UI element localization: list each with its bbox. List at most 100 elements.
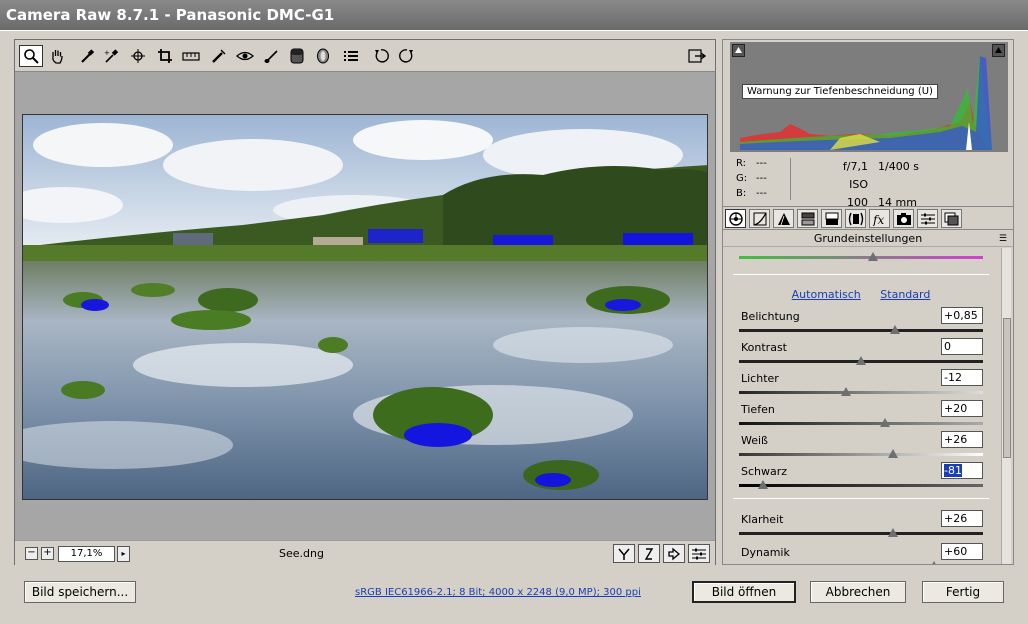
open-image-button[interactable]: Bild öffnen xyxy=(692,581,796,603)
panel-scrollbar[interactable] xyxy=(1001,248,1011,564)
hand-tool-icon[interactable] xyxy=(45,45,69,67)
tint-slider-row xyxy=(739,248,983,261)
tab-basic-icon[interactable] xyxy=(725,209,746,228)
graduated-filter-icon[interactable] xyxy=(285,45,309,67)
scrollbar-thumb[interactable] xyxy=(1003,318,1011,458)
panel-tabs: fx xyxy=(723,206,1013,230)
tab-split-toning-icon[interactable] xyxy=(821,209,842,228)
slider-label: Kontrast xyxy=(741,341,787,354)
image-preview[interactable] xyxy=(22,114,708,500)
slider-value-field[interactable]: +20 xyxy=(941,400,983,417)
svg-text:+: + xyxy=(104,49,110,57)
preview-pane: + − + 17,1% ▸ See.dng xyxy=(14,39,716,565)
slider-track[interactable] xyxy=(739,484,983,487)
slider-thumb[interactable] xyxy=(888,528,898,537)
crop-tool-icon[interactable] xyxy=(153,45,177,67)
tab-snapshots-icon[interactable] xyxy=(941,209,962,228)
tab-effects-icon[interactable]: fx xyxy=(869,209,890,228)
slider-value: +0,85 xyxy=(944,309,978,322)
slider-thumb[interactable] xyxy=(888,449,898,458)
zoom-level-field[interactable]: 17,1% xyxy=(58,546,115,562)
slider-value-field[interactable]: -12 xyxy=(941,369,983,386)
slider-track[interactable] xyxy=(739,422,983,425)
svg-text:fx: fx xyxy=(872,213,884,226)
targeted-adjustment-tool-icon[interactable] xyxy=(127,45,151,67)
slider-value: -81 xyxy=(944,464,962,477)
slider-label: Lichter xyxy=(741,372,779,385)
r-value: --- xyxy=(756,158,767,169)
slider-thumb[interactable] xyxy=(880,418,890,427)
panel-menu-icon[interactable]: ☰ xyxy=(999,231,1007,247)
tab-hsl-icon[interactable] xyxy=(797,209,818,228)
workflow-y-icon[interactable] xyxy=(613,544,635,563)
slider-value-field[interactable]: +26 xyxy=(941,431,983,448)
separator xyxy=(733,498,989,499)
rgb-readout: R: --- G: --- B: --- xyxy=(736,156,776,201)
aperture: f/7,1 xyxy=(842,160,868,173)
cancel-button[interactable]: Abbrechen xyxy=(810,581,906,603)
slider-track[interactable] xyxy=(739,391,983,394)
panel-title: Grundeinstellungen xyxy=(813,232,923,245)
slider-thumb[interactable] xyxy=(890,325,900,334)
slider-contrast: Kontrast 0 xyxy=(739,338,983,371)
adjustment-brush-icon[interactable] xyxy=(259,45,283,67)
slider-track[interactable] xyxy=(739,532,983,535)
slider-clarity: Klarheit +26 xyxy=(739,510,983,543)
before-after-icon[interactable] xyxy=(638,544,660,563)
rotate-left-icon[interactable] xyxy=(369,45,393,67)
toggle-settings-icon[interactable] xyxy=(688,544,710,563)
g-label: G: xyxy=(736,173,748,184)
preferences-icon[interactable] xyxy=(339,45,363,67)
red-eye-tool-icon[interactable] xyxy=(233,45,257,67)
zoom-dropdown-button[interactable]: ▸ xyxy=(117,546,130,562)
swap-settings-icon[interactable] xyxy=(663,544,685,563)
slider-label: Tiefen xyxy=(741,403,775,416)
auto-default-links: Automatisch Standard xyxy=(723,288,999,301)
rotate-right-icon[interactable] xyxy=(395,45,419,67)
slider-thumb[interactable] xyxy=(856,356,866,365)
tab-presets-icon[interactable] xyxy=(917,209,938,228)
zoom-tool-icon[interactable] xyxy=(19,45,43,67)
straighten-tool-icon[interactable] xyxy=(179,45,203,67)
white-balance-tool-icon[interactable] xyxy=(75,45,99,67)
window-title: Camera Raw 8.7.1 - Panasonic DMC-G1 xyxy=(6,6,335,24)
slider-value-field[interactable]: +26 xyxy=(941,510,983,527)
tab-camera-calibration-icon[interactable] xyxy=(893,209,914,228)
g-value: --- xyxy=(756,173,767,184)
tint-thumb[interactable] xyxy=(868,252,878,261)
tab-lens-corrections-icon[interactable] xyxy=(845,209,866,228)
radial-filter-icon[interactable] xyxy=(311,45,335,67)
slider-highlights: Lichter -12 xyxy=(739,369,983,402)
slider-label: Schwarz xyxy=(741,465,788,478)
slider-thumb[interactable] xyxy=(758,480,768,489)
save-image-button[interactable]: Bild speichern... xyxy=(24,581,136,603)
slider-thumb[interactable] xyxy=(841,387,851,396)
tab-detail-icon[interactable] xyxy=(773,209,794,228)
slider-vibrance: Dynamik +60 xyxy=(739,543,983,564)
tab-tone-curve-icon[interactable] xyxy=(749,209,770,228)
slider-value-field[interactable]: -81 xyxy=(941,462,983,479)
slider-track[interactable] xyxy=(739,453,983,456)
spot-removal-tool-icon[interactable] xyxy=(207,45,231,67)
default-link[interactable]: Standard xyxy=(880,288,930,301)
slider-value-field[interactable]: 0 xyxy=(941,338,983,355)
done-button[interactable]: Fertig xyxy=(922,581,1004,603)
slider-exposure: Belichtung +0,85 xyxy=(739,307,983,340)
highlight-clipping-warning-icon[interactable] xyxy=(992,44,1005,57)
auto-link[interactable]: Automatisch xyxy=(792,288,861,301)
camera-settings: f/7,1 1/400 s ISO 100 14 mm xyxy=(830,158,919,212)
r-label: R: xyxy=(736,158,747,169)
workflow-options-link[interactable]: sRGB IEC61966-2.1; 8 Bit; 4000 x 2248 (9… xyxy=(355,587,641,598)
slider-thumb[interactable] xyxy=(929,561,939,564)
slider-track[interactable] xyxy=(739,329,983,332)
slider-value: +26 xyxy=(944,433,968,446)
shadow-clipping-warning-icon[interactable] xyxy=(732,44,745,57)
b-value: --- xyxy=(756,188,767,199)
zoom-in-button[interactable]: + xyxy=(41,547,54,560)
slider-value-field[interactable]: +0,85 xyxy=(941,307,983,324)
slider-value-field[interactable]: +60 xyxy=(941,543,983,560)
zoom-out-button[interactable]: − xyxy=(25,547,38,560)
color-sampler-tool-icon[interactable]: + xyxy=(99,45,123,67)
slider-whites: Weiß +26 xyxy=(739,431,983,464)
fullscreen-toggle-icon[interactable] xyxy=(685,45,709,67)
